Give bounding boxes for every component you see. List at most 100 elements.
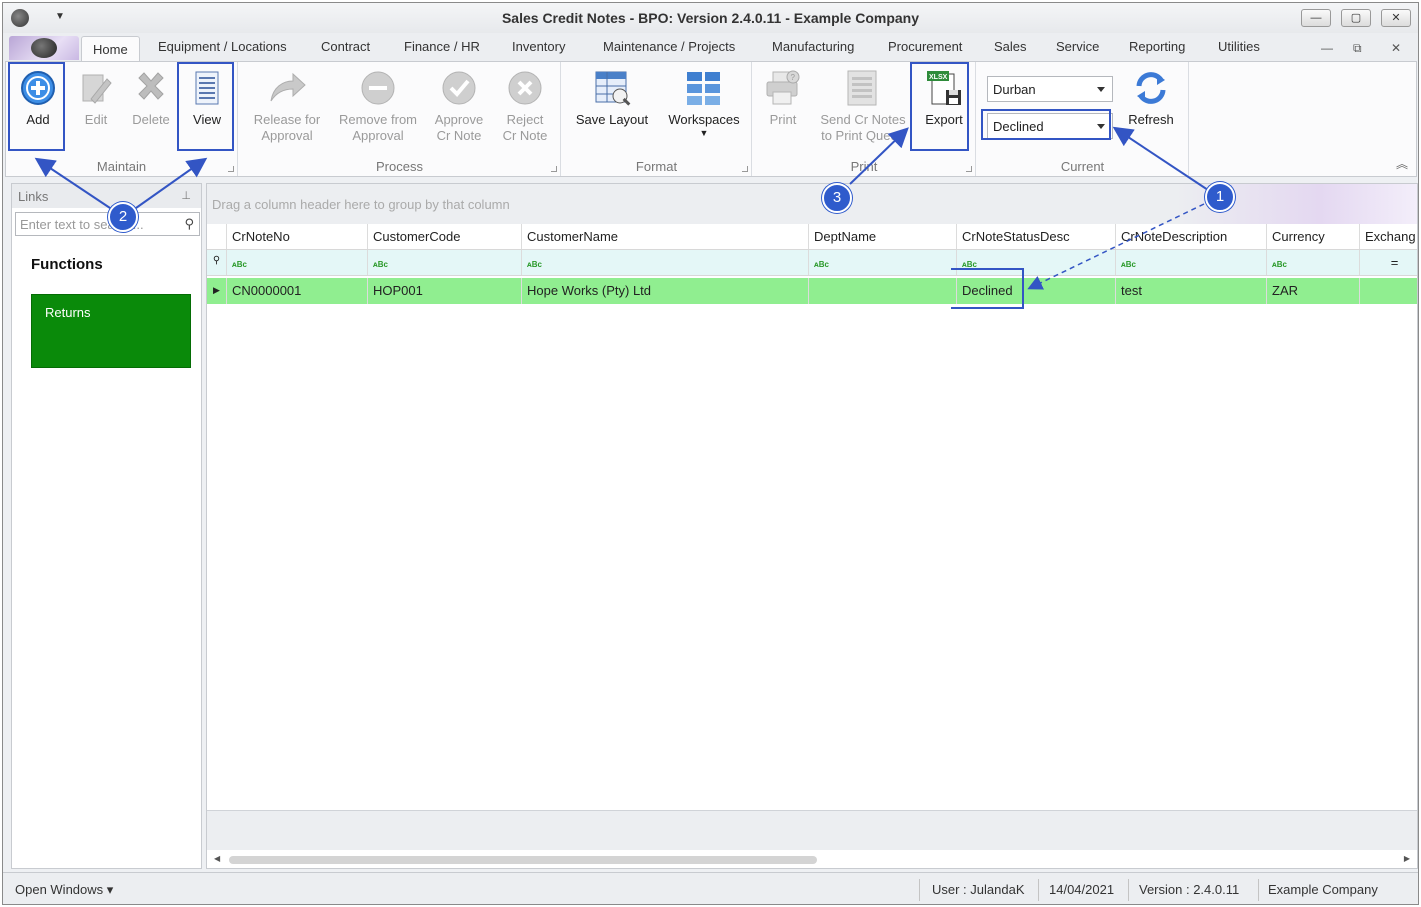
delete-x-icon	[131, 68, 171, 108]
tab-sales[interactable]: Sales	[994, 39, 1027, 54]
edit-label: Edit	[84, 112, 108, 127]
filter-exchange[interactable]: =	[1360, 250, 1417, 275]
edit-button[interactable]: Edit	[70, 64, 122, 128]
remove-from-approval-button[interactable]: Remove from Approval	[335, 64, 421, 144]
column-header-crnotedescription[interactable]: CrNoteDescription	[1116, 224, 1267, 249]
column-header-crnotestatusdesc[interactable]: CrNoteStatusDesc	[957, 224, 1116, 249]
scrollbar-thumb[interactable]	[229, 856, 817, 864]
mdi-close-button[interactable]: ✕	[1391, 41, 1401, 55]
tab-procurement[interactable]: Procurement	[888, 39, 962, 54]
chevron-down-icon	[1097, 87, 1105, 92]
text-filter-icon: ᴀBc	[1121, 260, 1136, 269]
view-button[interactable]: View	[182, 64, 232, 128]
group-launcher-icon[interactable]	[551, 166, 557, 172]
send-label-2: to Print Queue	[821, 128, 905, 143]
column-header-customername[interactable]: CustomerName	[522, 224, 809, 249]
tab-utilities[interactable]: Utilities	[1218, 39, 1260, 54]
filter-crnotestatusdesc[interactable]: ᴀBc	[957, 250, 1116, 275]
status-user: User : JulandaK	[932, 882, 1025, 897]
site-dropdown[interactable]: Durban	[987, 76, 1113, 102]
group-maintain: Add Edit Delete View Maintain	[6, 62, 238, 176]
status-date: 14/04/2021	[1049, 882, 1115, 897]
refresh-button[interactable]: Refresh	[1121, 64, 1181, 128]
save-layout-label: Save Layout	[575, 112, 649, 127]
reject-label-1: Reject	[506, 112, 544, 127]
search-icon[interactable]: ⚲	[184, 216, 194, 232]
pin-icon[interactable]: ⊥	[181, 189, 191, 202]
text-filter-icon: ᴀBc	[373, 260, 388, 269]
tab-finance-hr[interactable]: Finance / HR	[404, 39, 480, 54]
functions-title: Functions	[31, 256, 103, 273]
filter-currency[interactable]: ᴀBc	[1267, 250, 1360, 275]
column-header-exchange[interactable]: Exchang	[1360, 224, 1417, 249]
group-current-label: Current	[1060, 159, 1105, 174]
approve-cr-note-button[interactable]: Approve Cr Note	[429, 64, 489, 144]
add-button[interactable]: Add	[12, 64, 64, 128]
column-header-crnoteno[interactable]: CrNoteNo	[227, 224, 368, 249]
returns-tile[interactable]: Returns	[31, 294, 191, 368]
export-label: Export	[925, 112, 963, 127]
group-launcher-icon[interactable]	[966, 166, 972, 172]
collapse-ribbon-icon[interactable]: ︽	[1396, 155, 1408, 172]
column-header-deptname[interactable]: DeptName	[809, 224, 957, 249]
status-separator	[1038, 879, 1039, 901]
auto-filter-row: ⚲ ᴀBc ᴀBc ᴀBc ᴀBc ᴀBc ᴀBc ᴀBc =	[207, 250, 1417, 276]
column-header-currency[interactable]: Currency	[1267, 224, 1360, 249]
tab-contract[interactable]: Contract	[321, 39, 370, 54]
reject-x-circle-icon	[505, 68, 545, 108]
scroll-left-icon[interactable]: ◀	[214, 854, 220, 863]
tab-maintenance-projects[interactable]: Maintenance / Projects	[603, 39, 735, 54]
cell-crnoteno[interactable]: CN0000001	[227, 278, 368, 304]
workspaces-dropdown-icon: ▼	[699, 128, 709, 138]
cell-exchange[interactable]	[1360, 278, 1417, 304]
filter-crnotedescription[interactable]: ᴀBc	[1116, 250, 1267, 275]
app-logo-icon	[31, 38, 57, 58]
filter-customername[interactable]: ᴀBc	[522, 250, 809, 275]
print-button[interactable]: ? Print	[759, 64, 807, 128]
svg-text:XLSX: XLSX	[929, 74, 948, 81]
tab-equipment-locations[interactable]: Equipment / Locations	[158, 39, 287, 54]
tab-reporting[interactable]: Reporting	[1129, 39, 1185, 54]
links-title: Links	[18, 189, 49, 204]
application-menu-button[interactable]	[9, 36, 79, 60]
group-launcher-icon[interactable]	[228, 166, 234, 172]
scroll-right-icon[interactable]: ▶	[1404, 854, 1410, 863]
reject-cr-note-button[interactable]: Reject Cr Note	[497, 64, 553, 144]
refresh-icon	[1131, 68, 1171, 108]
group-by-panel[interactable]: Drag a column header here to group by th…	[207, 184, 1417, 224]
horizontal-scrollbar[interactable]: ◀ ▶	[207, 850, 1417, 868]
send-to-print-queue-button[interactable]: Send Cr Notes to Print Queue	[813, 64, 913, 144]
filter-customercode[interactable]: ᴀBc	[368, 250, 522, 275]
cell-customername[interactable]: Hope Works (Pty) Ltd	[522, 278, 809, 304]
status-dropdown[interactable]: Declined	[987, 113, 1113, 139]
tab-manufacturing[interactable]: Manufacturing	[772, 39, 854, 54]
delete-button[interactable]: Delete	[125, 64, 177, 128]
group-launcher-icon[interactable]	[742, 166, 748, 172]
export-button[interactable]: XLSX Export	[917, 64, 971, 128]
filter-deptname[interactable]: ᴀBc	[809, 250, 957, 275]
release-for-approval-button[interactable]: Release for Approval	[247, 64, 327, 144]
tab-inventory[interactable]: Inventory	[512, 39, 565, 54]
cell-crnotestatusdesc[interactable]: Declined	[957, 278, 1116, 304]
workspaces-button[interactable]: Workspaces ▼	[662, 64, 746, 138]
minimize-button[interactable]: —	[1301, 9, 1331, 27]
mdi-minimize-button[interactable]: —	[1321, 41, 1333, 55]
grid-footer	[207, 810, 1417, 850]
maximize-button[interactable]: ▢	[1341, 9, 1371, 27]
app-window: ▼ Sales Credit Notes - BPO: Version 2.4.…	[2, 2, 1419, 905]
status-separator	[919, 879, 920, 901]
mdi-restore-button[interactable]: ⧉	[1353, 41, 1362, 56]
tab-home[interactable]: Home	[81, 36, 140, 62]
cell-currency[interactable]: ZAR	[1267, 278, 1360, 304]
column-header-customercode[interactable]: CustomerCode	[368, 224, 522, 249]
cell-crnotedescription[interactable]: test	[1116, 278, 1267, 304]
close-button[interactable]: ✕	[1381, 9, 1411, 27]
save-layout-button[interactable]: Save Layout	[568, 64, 656, 128]
approve-label-1: Approve	[434, 112, 484, 127]
table-row[interactable]: ▶ CN0000001 HOP001 Hope Works (Pty) Ltd …	[207, 278, 1417, 304]
filter-crnoteno[interactable]: ᴀBc	[227, 250, 368, 275]
open-windows-button[interactable]: Open Windows ▾	[15, 882, 113, 898]
tab-service[interactable]: Service	[1056, 39, 1099, 54]
cell-customercode[interactable]: HOP001	[368, 278, 522, 304]
cell-deptname[interactable]	[809, 278, 957, 304]
